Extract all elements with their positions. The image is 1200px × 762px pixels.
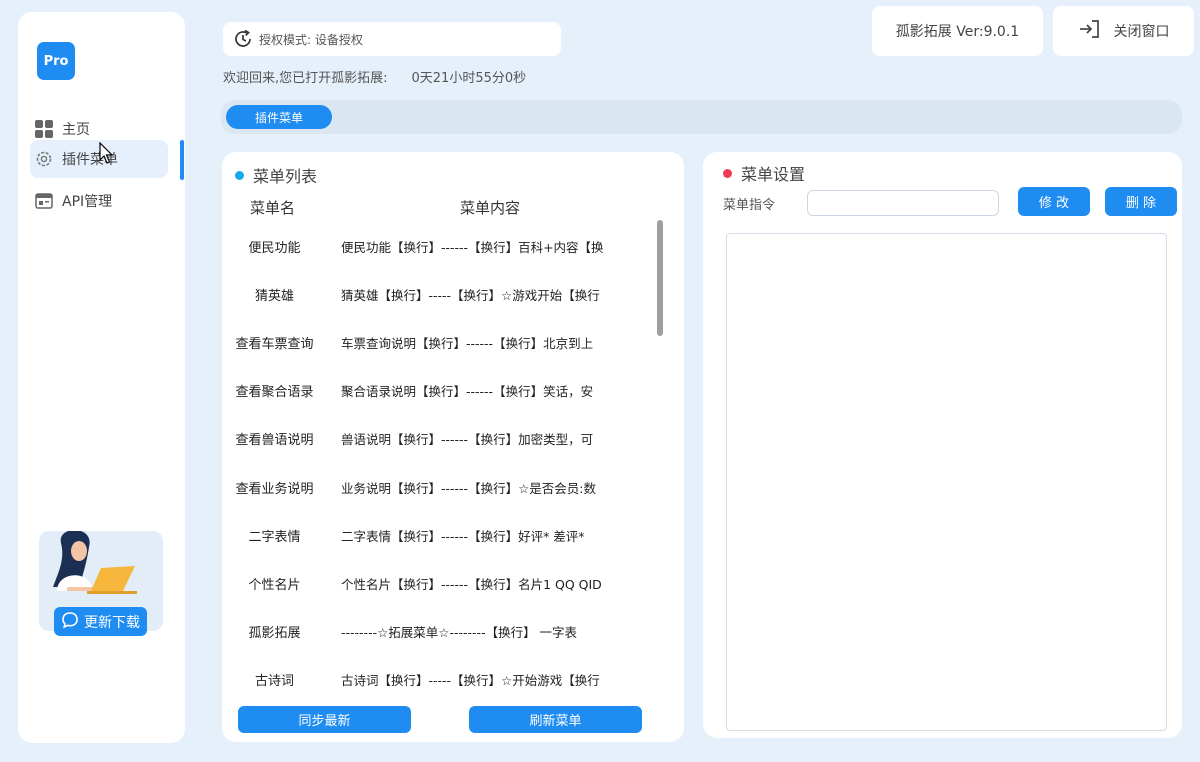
table-row[interactable]: 二字表情 二字表情【换行】------【换行】好评* 差评* [222, 511, 662, 559]
menu-command-input[interactable] [807, 190, 999, 216]
app-logo: Pro [37, 42, 75, 80]
menu-list-panel: 菜单列表 菜单名 菜单内容 便民功能 便民功能【换行】------【换行】百科+内… [222, 152, 684, 742]
menu-list-title-text: 菜单列表 [253, 167, 318, 186]
clock-refresh-icon [233, 29, 253, 49]
menu-settings-title-text: 菜单设置 [741, 165, 806, 184]
menu-content-cell: 古诗词【换行】-----【换行】☆开始游戏【换行 [341, 673, 600, 689]
close-window-button[interactable]: 关闭窗口 [1053, 6, 1194, 56]
welcome-text: 欢迎回来,您已打开孤影拓展: [223, 71, 388, 86]
menu-name-cell: 查看车票查询 [235, 336, 314, 352]
refresh-menu-button[interactable]: 刷新菜单 [469, 706, 642, 733]
menu-list-title: 菜单列表 [235, 163, 317, 187]
sync-latest-button[interactable]: 同步最新 [238, 706, 411, 733]
sidebar-item-label: API管理 [62, 194, 113, 210]
menu-content-cell: 便民功能【换行】------【换行】百科+内容【换 [341, 239, 604, 255]
sidebar-item-api[interactable]: API管理 [30, 182, 168, 220]
mouse-cursor-icon [99, 142, 114, 164]
menu-content-cell: 猜英雄【换行】-----【换行】☆游戏开始【换行 [341, 287, 600, 303]
menu-content-cell: --------☆拓展菜单☆--------【换行】 一字表 [341, 625, 578, 641]
sidebar-item-label: 主页 [62, 122, 90, 138]
menu-name-cell: 查看兽语说明 [235, 433, 314, 449]
status-dot-icon [723, 168, 732, 178]
tab-plugin-menu[interactable]: 插件菜单 [226, 105, 332, 129]
scrollbar-thumb[interactable] [657, 220, 663, 336]
gear-icon [34, 149, 54, 169]
menu-content-editor[interactable] [726, 233, 1167, 731]
api-icon [34, 191, 54, 211]
menu-name-cell: 孤影拓展 [248, 626, 301, 642]
grid-icon [34, 119, 54, 139]
menu-content-cell: 业务说明【换行】------【换行】☆是否会员:数 [341, 480, 596, 496]
menu-name-cell: 古诗词 [254, 674, 294, 690]
close-window-label: 关闭窗口 [1113, 24, 1170, 40]
table-row[interactable]: 查看兽语说明 兽语说明【换行】------【换行】加密类型，可 [222, 415, 662, 463]
update-download-label: 更新下载 [84, 614, 140, 631]
menu-name-cell: 查看聚合语录 [235, 385, 314, 401]
auth-mode-text: 授权模式: 设备授权 [259, 32, 363, 47]
menu-name-cell: 查看业务说明 [235, 481, 314, 497]
tab-bar: 插件菜单 [221, 100, 1182, 134]
menu-table: 便民功能 便民功能【换行】------【换行】百科+内容【换 猜英雄 猜英雄【换行】… [222, 222, 662, 704]
edit-button[interactable]: 修 改 [1018, 187, 1090, 216]
status-dot-icon [235, 170, 244, 180]
auth-mode-bar: 授权模式: 设备授权 [223, 22, 561, 56]
menu-content-cell: 车票查询说明【换行】------【换行】北京到上 [341, 335, 594, 351]
table-row[interactable]: 查看业务说明 业务说明【换行】------【换行】☆是否会员:数 [222, 463, 662, 511]
column-header-content: 菜单内容 [460, 199, 521, 217]
table-row[interactable]: 便民功能 便民功能【换行】------【换行】百科+内容【换 [222, 222, 662, 270]
version-label: 孤影拓展 Ver:9.0.1 [872, 6, 1043, 56]
exit-icon [1078, 19, 1100, 43]
menu-content-cell: 二字表情【换行】------【换行】好评* 差评* [341, 528, 585, 544]
active-nav-indicator [180, 140, 184, 180]
column-header-name: 菜单名 [250, 199, 296, 217]
table-row[interactable]: 查看车票查询 车票查询说明【换行】------【换行】北京到上 [222, 318, 662, 366]
update-download-button[interactable]: 更新下载 [54, 607, 147, 636]
chat-bubble-icon [61, 611, 79, 633]
menu-command-label: 菜单指令 [723, 198, 776, 213]
menu-name-cell: 猜英雄 [254, 288, 294, 304]
menu-content-cell: 个性名片【换行】------【换行】名片1 QQ QID [341, 576, 602, 592]
table-row[interactable]: 孤影拓展 --------☆拓展菜单☆--------【换行】 一字表 [222, 608, 662, 656]
table-row[interactable]: 个性名片 个性名片【换行】------【换行】名片1 QQ QID [222, 559, 662, 607]
menu-settings-panel: 菜单设置 菜单指令 修 改 删 除 [703, 152, 1182, 738]
menu-list-scrollbar[interactable] [657, 220, 663, 706]
menu-name-cell: 便民功能 [248, 240, 301, 256]
table-row[interactable]: 查看聚合语录 聚合语录说明【换行】------【换行】笑话，安 [222, 367, 662, 415]
menu-name-cell: 个性名片 [248, 577, 301, 593]
welcome-message: 欢迎回来,您已打开孤影拓展: 0天21小时55分0秒 [223, 67, 526, 86]
uptime-text: 0天21小时55分0秒 [411, 71, 527, 86]
menu-settings-title: 菜单设置 [723, 161, 805, 185]
delete-button[interactable]: 删 除 [1105, 187, 1177, 216]
menu-content-cell: 兽语说明【换行】------【换行】加密类型，可 [341, 432, 594, 448]
sidebar: Pro 主页 插件菜单 API管理 更新下载 [18, 12, 185, 743]
menu-name-cell: 二字表情 [248, 529, 301, 545]
table-row[interactable]: 猜英雄 猜英雄【换行】-----【换行】☆游戏开始【换行 [222, 270, 662, 318]
table-row[interactable]: 古诗词 古诗词【换行】-----【换行】☆开始游戏【换行 [222, 656, 662, 704]
menu-content-cell: 聚合语录说明【换行】------【换行】笑话，安 [341, 384, 594, 400]
